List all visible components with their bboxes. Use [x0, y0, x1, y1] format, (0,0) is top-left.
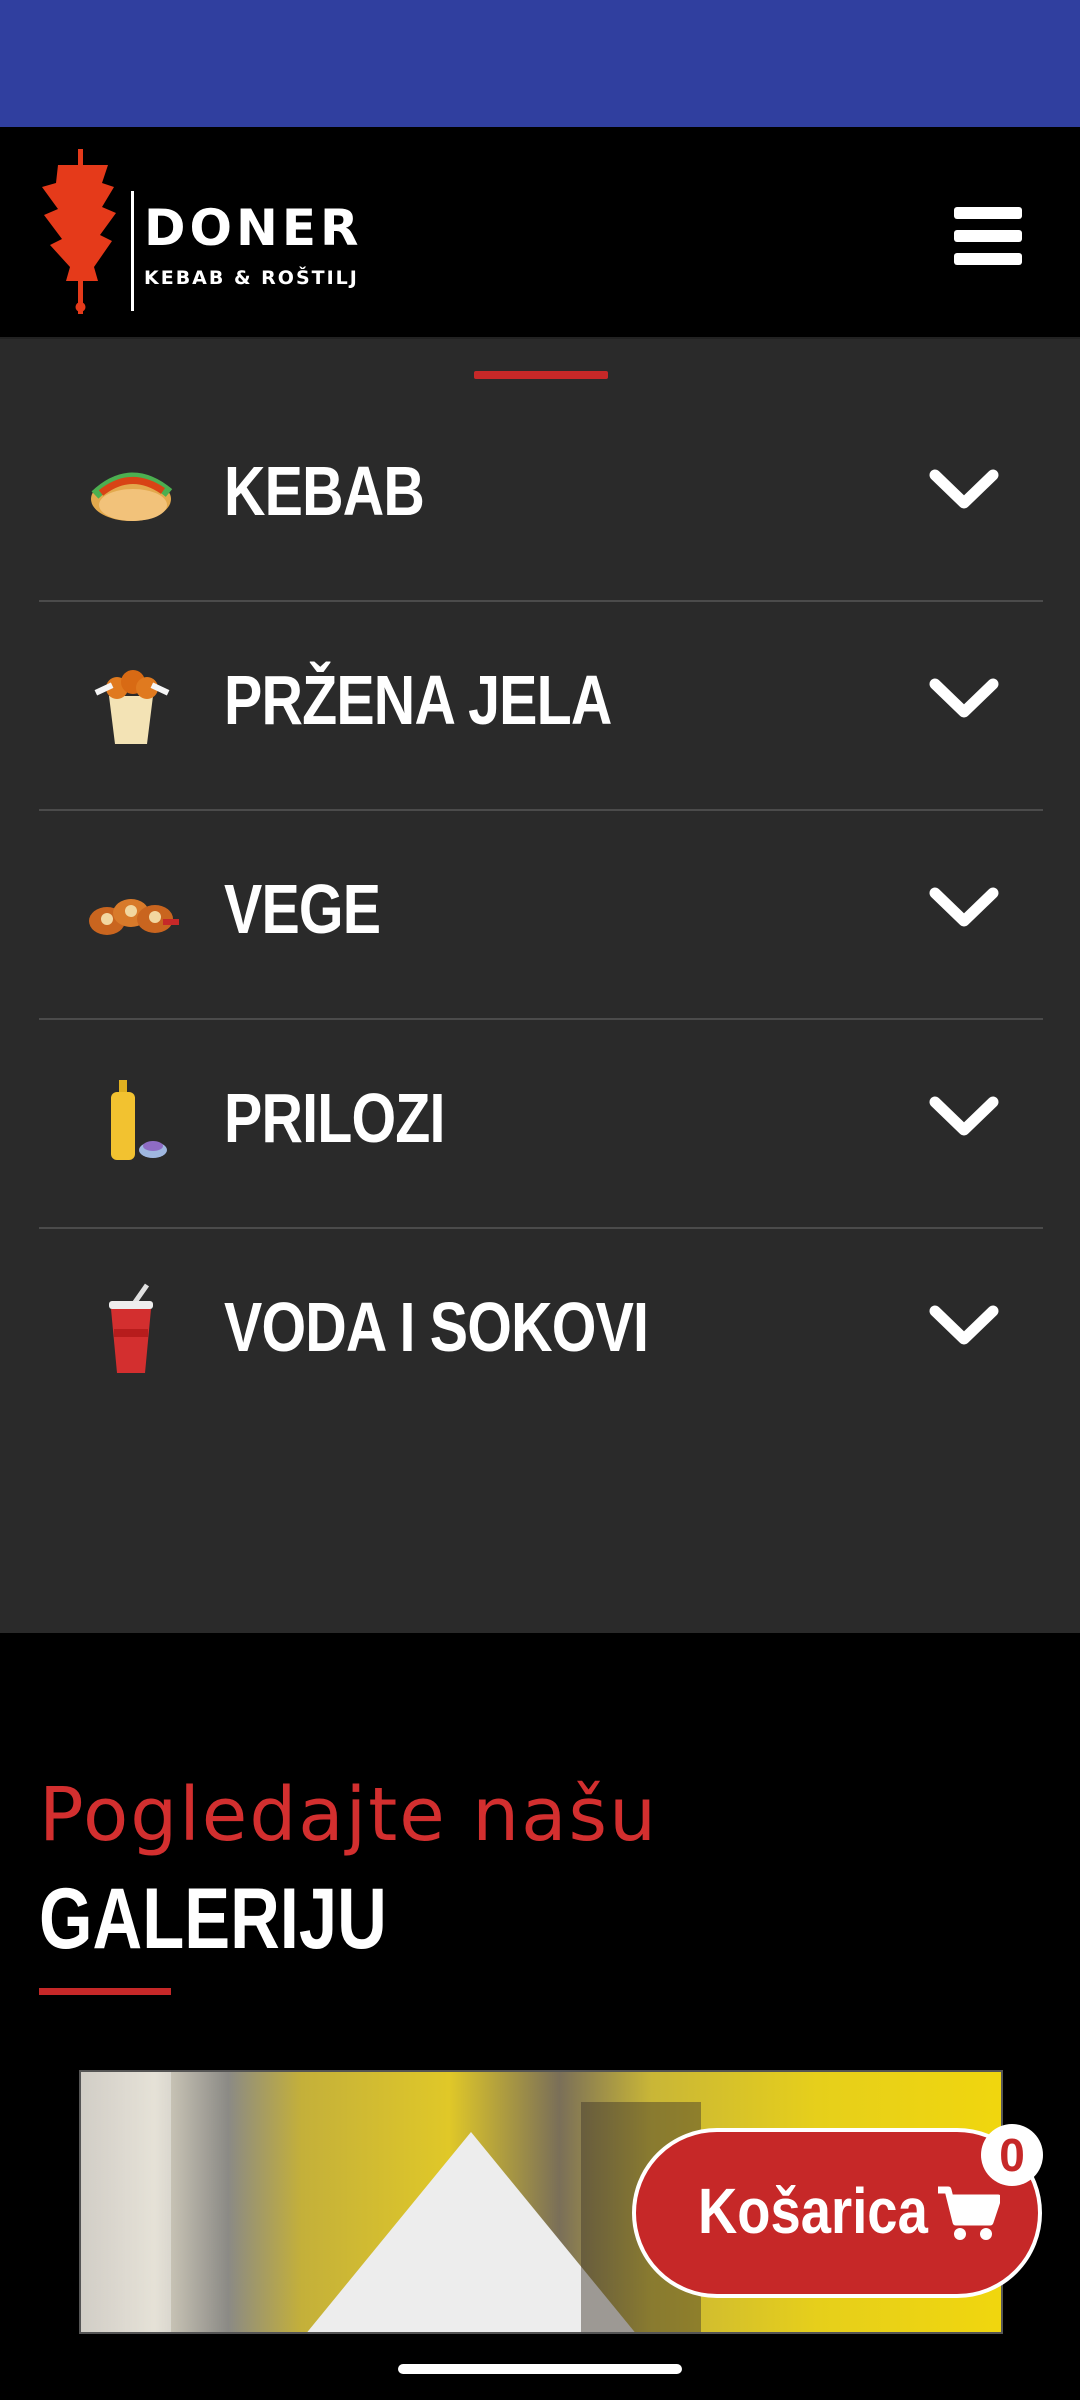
hamburger-menu-icon[interactable] — [954, 207, 1022, 265]
section-accent-line — [474, 371, 608, 379]
gallery-heading-bottom: GALERIJU — [39, 1871, 387, 1967]
category-przena-jela[interactable]: PRŽENA JELA — [39, 602, 1043, 811]
logo-subtitle: KEBAB & ROŠTILJ — [144, 267, 359, 289]
category-kebab[interactable]: KEBAB — [39, 393, 1043, 602]
category-voda-i-sokovi[interactable]: VODA I SOKOVI — [39, 1229, 1043, 1438]
site-logo[interactable]: DONER KEBAB & ROŠTILJ — [36, 149, 359, 314]
fries-bucket-icon — [94, 670, 170, 744]
category-label: KEBAB — [224, 452, 425, 530]
site-header: DONER KEBAB & ROŠTILJ — [0, 127, 1080, 339]
cart-label: Košarica — [698, 2175, 928, 2247]
chevron-down-icon[interactable] — [929, 465, 999, 515]
doner-logo-icon — [42, 149, 116, 314]
category-label: VEGE — [224, 870, 381, 948]
status-bar — [0, 0, 1080, 127]
gallery-image-blur — [81, 2072, 171, 2332]
category-label: PRILOZI — [224, 1079, 445, 1157]
cart-button[interactable]: Košarica 0 — [632, 2124, 1043, 2298]
veggie-rolls-icon — [89, 899, 179, 935]
category-prilozi[interactable]: PRILOZI — [39, 1020, 1043, 1229]
category-label: VODA I SOKOVI — [224, 1288, 649, 1366]
home-indicator[interactable] — [398, 2364, 682, 2374]
cart-count-badge: 0 — [981, 2124, 1043, 2186]
category-label: PRŽENA JELA — [224, 661, 612, 739]
shopping-cart-icon — [938, 2186, 1000, 2240]
sauce-bottle-icon — [111, 1080, 167, 1160]
logo-title: DONER — [144, 199, 363, 257]
logo-divider — [131, 191, 134, 311]
chevron-down-icon[interactable] — [929, 1092, 999, 1142]
gallery-heading-top: Pogledajte našu — [39, 1772, 658, 1858]
category-vege[interactable]: VEGE — [39, 811, 1043, 1020]
menu-categories: KEBAB PRŽENA JELA VEGE PRILOZI VODA I SO… — [0, 339, 1080, 1633]
chevron-down-icon[interactable] — [929, 674, 999, 724]
chevron-down-icon[interactable] — [929, 883, 999, 933]
gallery-heading-underline — [39, 1988, 171, 1995]
taco-icon — [91, 472, 173, 521]
drink-cup-icon — [109, 1283, 153, 1373]
chevron-down-icon[interactable] — [929, 1301, 999, 1351]
